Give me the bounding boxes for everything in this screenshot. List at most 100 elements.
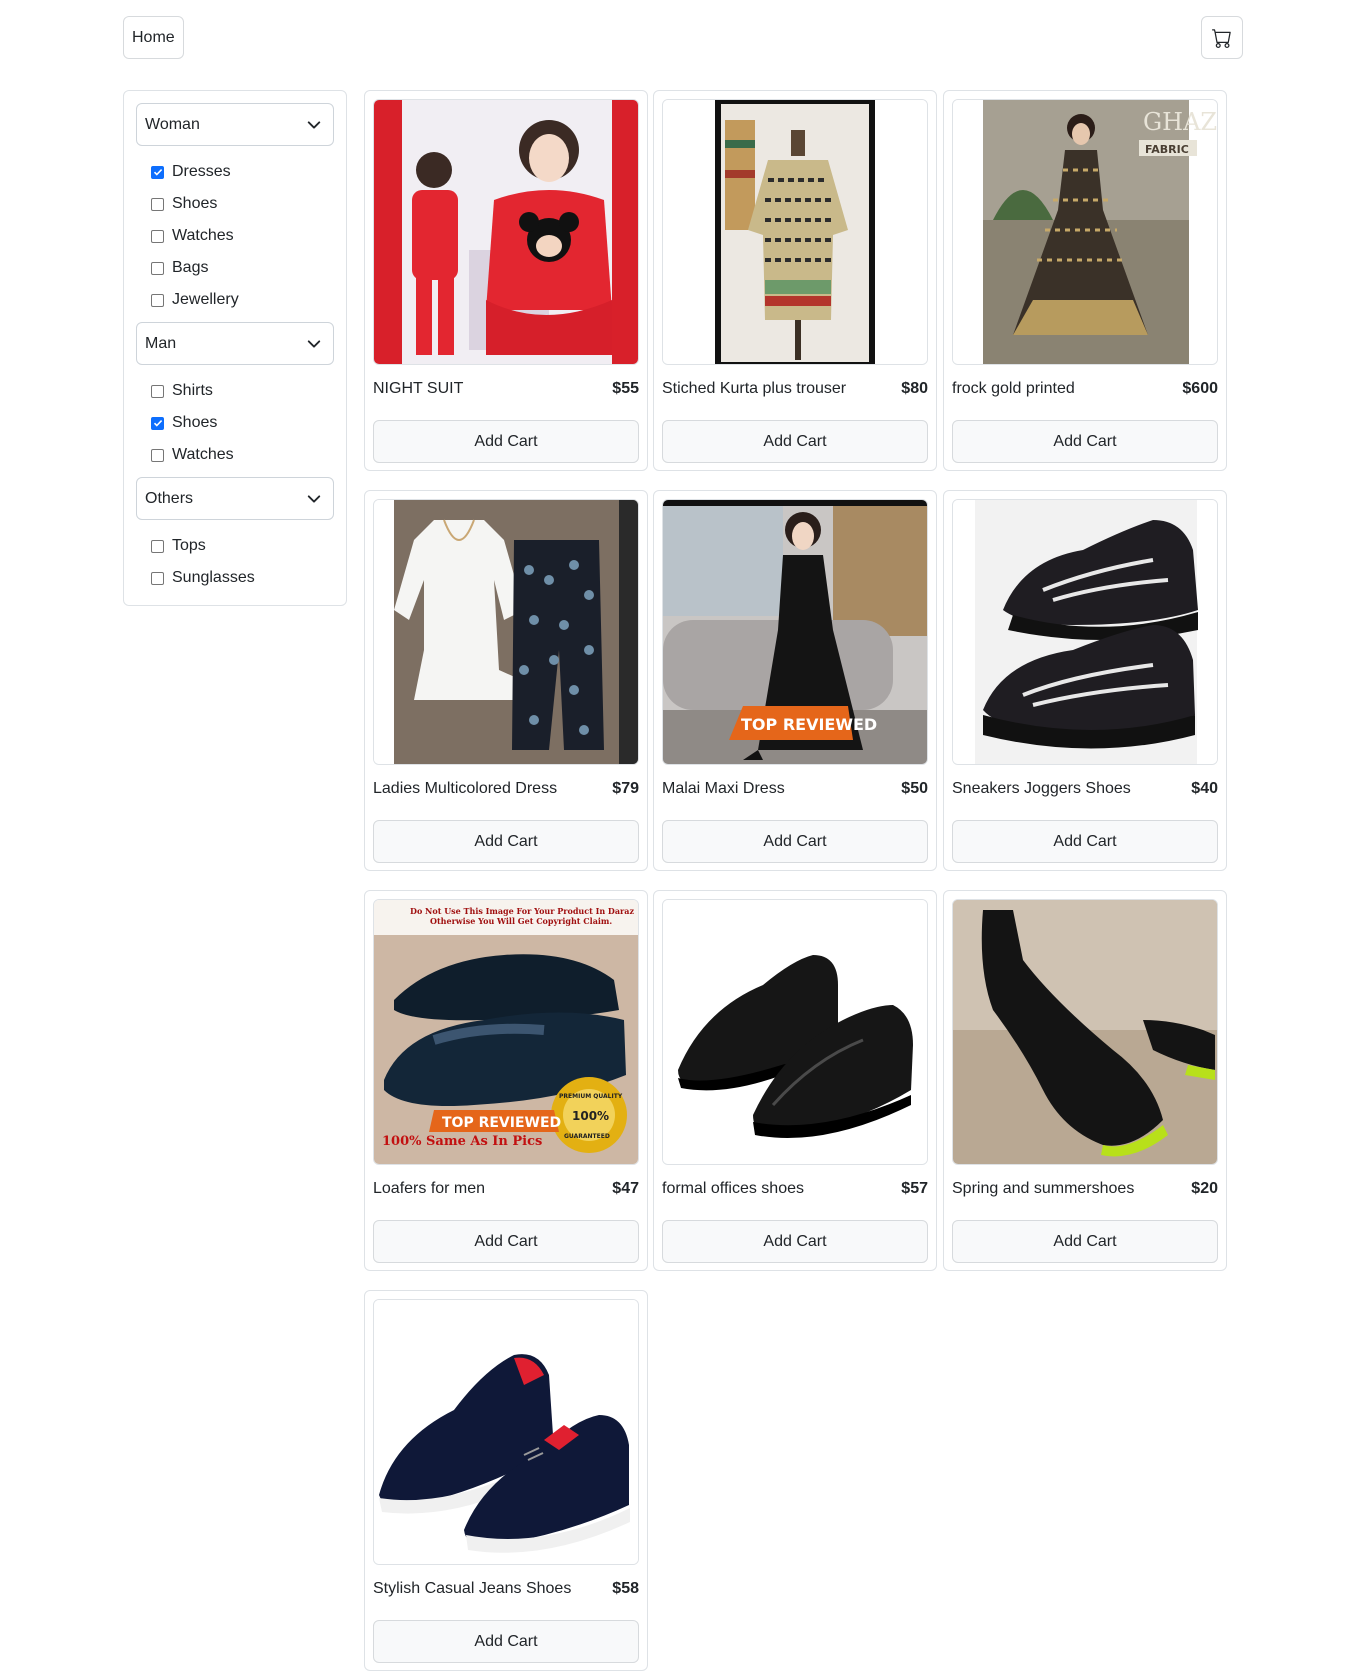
add-cart-button[interactable]: Add Cart xyxy=(662,420,928,463)
product-title-row: frock gold printed $600 xyxy=(952,377,1218,401)
add-cart-button[interactable]: Add Cart xyxy=(373,1220,639,1263)
checkmark-icon xyxy=(153,169,162,176)
filter-label: Watches xyxy=(172,227,234,244)
product-card: Spring and summershoes $20 Add Cart xyxy=(943,890,1227,1271)
same-as-pics-text: 100% Same As In Pics xyxy=(382,1134,542,1149)
product-name: Stiched Kurta plus trouser xyxy=(662,380,847,397)
filter-label: Jewellery xyxy=(172,291,239,308)
others-checklist: Tops Sunglasses xyxy=(136,520,334,600)
product-name: Malai Maxi Dress xyxy=(662,780,785,797)
filter-shirts[interactable]: Shirts xyxy=(151,375,334,407)
filter-label: Dresses xyxy=(172,163,231,180)
product-name: formal offices shoes xyxy=(662,1180,804,1197)
product-name: Loafers for men xyxy=(373,1180,486,1197)
checkbox[interactable] xyxy=(151,384,164,398)
top-reviewed-badge-text: TOP REVIEWED xyxy=(741,715,877,734)
category-select-woman[interactable]: Woman xyxy=(136,103,334,146)
cart-button[interactable] xyxy=(1201,16,1243,59)
filter-label: Bags xyxy=(172,259,209,276)
product-image[interactable] xyxy=(952,899,1218,1165)
add-cart-button[interactable]: Add Cart xyxy=(373,1620,639,1663)
home-button[interactable]: Home xyxy=(123,16,184,59)
woman-checklist: Dresses Shoes Watches Bags Jewellery xyxy=(136,146,334,322)
checkbox[interactable] xyxy=(151,261,164,275)
filter-label: Shoes xyxy=(172,414,218,431)
product-image[interactable] xyxy=(373,1299,639,1565)
product-image[interactable] xyxy=(373,99,639,365)
filter-jewellery[interactable]: Jewellery xyxy=(151,284,334,316)
chevron-down-icon xyxy=(307,339,321,348)
chevron-down-icon xyxy=(307,120,321,129)
product-title-row: Ladies Multicolored Dress $79 xyxy=(373,777,639,801)
product-name: Sneakers Joggers Shoes xyxy=(952,780,1131,797)
add-cart-button[interactable]: Add Cart xyxy=(952,820,1218,863)
category-select-man[interactable]: Man xyxy=(136,322,334,365)
checkbox[interactable] xyxy=(151,571,164,585)
add-cart-button[interactable]: Add Cart xyxy=(952,1220,1218,1263)
product-image[interactable]: TOP REVIEWED xyxy=(662,499,928,765)
filter-woman-watches[interactable]: Watches xyxy=(151,220,334,252)
copyright-notice-line2: Otherwise You Will Get Copyright Claim. xyxy=(430,916,612,926)
cart-icon xyxy=(1212,28,1231,48)
filter-label: Tops xyxy=(172,537,206,554)
add-cart-button[interactable]: Add Cart xyxy=(662,1220,928,1263)
checkbox[interactable] xyxy=(151,229,164,243)
checkmark-icon xyxy=(153,420,162,427)
filter-man-shoes[interactable]: Shoes xyxy=(151,407,334,439)
filter-tops[interactable]: Tops xyxy=(151,530,334,562)
product-card: GHAZI FABRIC frock gold printed $600 Add… xyxy=(943,90,1227,471)
product-card: TOP REVIEWED Malai Maxi Dress $50 Add Ca… xyxy=(653,490,937,871)
category-select-others[interactable]: Others xyxy=(136,477,334,520)
product-image[interactable] xyxy=(952,499,1218,765)
filter-dresses[interactable]: Dresses xyxy=(151,156,334,188)
add-cart-button[interactable]: Add Cart xyxy=(373,420,639,463)
checkbox[interactable] xyxy=(151,448,164,462)
filter-sunglasses[interactable]: Sunglasses xyxy=(151,562,334,594)
checkbox-checked[interactable] xyxy=(151,165,164,179)
category-select-label: Others xyxy=(145,489,194,507)
quality-seal-text: 100% xyxy=(572,1109,609,1123)
add-cart-button[interactable]: Add Cart xyxy=(662,820,928,863)
category-select-label: Woman xyxy=(145,115,200,133)
product-image[interactable] xyxy=(373,499,639,765)
product-title-row: Loafers for men $47 xyxy=(373,1177,639,1201)
product-name: Stylish Casual Jeans Shoes xyxy=(373,1580,572,1597)
checkbox-checked[interactable] xyxy=(151,416,164,430)
product-price: $47 xyxy=(612,1180,639,1197)
product-title-row: Stiched Kurta plus trouser $80 xyxy=(662,377,928,401)
product-title-row: NIGHT SUIT $55 xyxy=(373,377,639,401)
product-name: Ladies Multicolored Dress xyxy=(373,780,558,797)
product-price: $20 xyxy=(1191,1180,1218,1197)
product-card: Ladies Multicolored Dress $79 Add Cart xyxy=(364,490,648,871)
add-cart-button[interactable]: Add Cart xyxy=(373,820,639,863)
product-price: $40 xyxy=(1191,780,1218,797)
checkbox[interactable] xyxy=(151,539,164,553)
image-brand-text: GHAZI xyxy=(1143,108,1218,136)
product-title-row: Malai Maxi Dress $50 xyxy=(662,777,928,801)
product-title-row: Stylish Casual Jeans Shoes $58 xyxy=(373,1577,639,1601)
add-cart-button[interactable]: Add Cart xyxy=(952,420,1218,463)
product-price: $600 xyxy=(1182,380,1218,397)
filter-bags[interactable]: Bags xyxy=(151,252,334,284)
filter-label: Watches xyxy=(172,446,234,463)
product-name: frock gold printed xyxy=(952,380,1075,397)
product-image[interactable]: Do Not Use This Image For Your Product I… xyxy=(373,899,639,1165)
product-image[interactable] xyxy=(662,99,928,365)
checkbox[interactable] xyxy=(151,197,164,211)
product-image[interactable] xyxy=(662,899,928,1165)
product-image[interactable]: GHAZI FABRIC xyxy=(952,99,1218,365)
quality-seal-bottom-text: GUARANTEED xyxy=(564,1133,610,1140)
copyright-notice-line1: Do Not Use This Image For Your Product I… xyxy=(410,906,634,916)
product-card: NIGHT SUIT $55 Add Cart xyxy=(364,90,648,471)
product-price: $80 xyxy=(901,380,928,397)
product-price: $55 xyxy=(612,380,639,397)
product-card: Sneakers Joggers Shoes $40 Add Cart xyxy=(943,490,1227,871)
filter-woman-shoes[interactable]: Shoes xyxy=(151,188,334,220)
man-checklist: Shirts Shoes Watches xyxy=(136,365,334,477)
category-select-label: Man xyxy=(145,334,177,352)
checkbox[interactable] xyxy=(151,293,164,307)
product-card: Stylish Casual Jeans Shoes $58 Add Cart xyxy=(364,1290,648,1671)
product-name: NIGHT SUIT xyxy=(373,380,464,397)
product-card: Stiched Kurta plus trouser $80 Add Cart xyxy=(653,90,937,471)
filter-man-watches[interactable]: Watches xyxy=(151,439,334,471)
